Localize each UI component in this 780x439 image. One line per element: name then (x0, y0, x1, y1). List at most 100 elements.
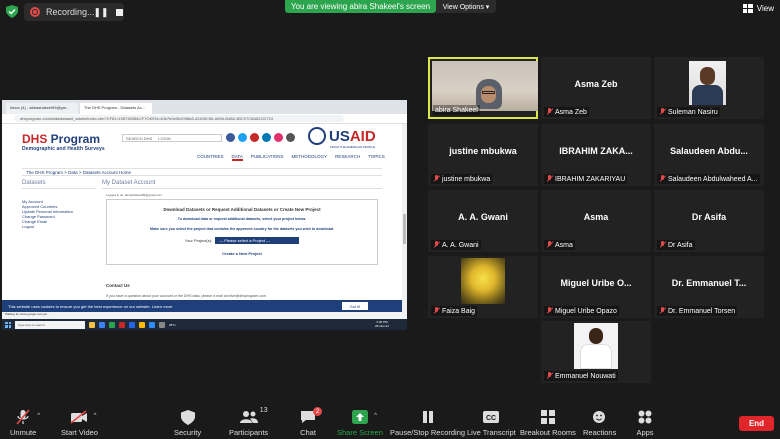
live-transcript-button[interactable]: CC Live Transcript (467, 409, 516, 439)
participant-display-name: Asma (583, 212, 609, 222)
word-icon[interactable] (129, 321, 135, 328)
pause-recording-button[interactable]: ❚❚ (92, 3, 110, 21)
nav-data[interactable]: DATA (231, 154, 243, 161)
share-screen-button[interactable]: ^ Share Screen (337, 409, 383, 439)
reactions-button[interactable]: Reactions (583, 409, 616, 439)
url-field[interactable]: dhsprogram.com/data/dataset_admin/index.… (14, 115, 344, 122)
pause-stop-recording-button[interactable]: Pause/Stop Recording (390, 409, 465, 439)
participant-tile[interactable]: Suleman Nasiru (654, 57, 764, 119)
participant-name-label: abira Shakeel (433, 105, 480, 115)
chevron-up-icon[interactable]: ^ (374, 413, 377, 419)
participant-tile[interactable]: abira Shakeel (428, 57, 538, 119)
participant-tile[interactable]: Miguel Uribe O... Miguel Uribe Opazo (541, 256, 651, 318)
breakout-rooms-icon (537, 409, 559, 425)
app-icon[interactable] (159, 321, 165, 328)
chevron-up-icon[interactable]: ^ (37, 413, 40, 419)
share-screen-icon: ^ (349, 409, 377, 425)
page-scrollbar[interactable] (402, 124, 407, 314)
project-select[interactable]: --- Please select a Project --- (215, 237, 300, 244)
scrollbar-thumb[interactable] (403, 214, 406, 244)
browser-status: Waiting for www.google.com.pk... (2, 312, 407, 319)
participant-name: justine mbukwa (442, 175, 491, 183)
breadcrumb[interactable]: The DHS Program > Data > Datasets Accoun… (22, 168, 382, 176)
linkedin-icon[interactable] (262, 133, 271, 142)
participant-name: IBRAHIM ZAKARIYAU (555, 175, 626, 183)
participant-tile[interactable]: Emmanuel Nouwati (541, 321, 651, 383)
chrome-icon[interactable] (139, 321, 145, 328)
participant-tile[interactable]: Asma Zeb Asma Zeb (541, 57, 651, 119)
excel-icon[interactable] (109, 321, 115, 328)
apps-label: Apps (636, 428, 654, 437)
zoom-icon[interactable] (149, 321, 155, 328)
facebook-icon[interactable] (226, 133, 235, 142)
security-button[interactable]: Security (174, 409, 201, 439)
form-title: Download Datasets or Request Additional … (163, 207, 321, 212)
participant-tile[interactable]: Asma Asma (541, 190, 651, 252)
powerpoint-icon[interactable] (119, 321, 125, 328)
top-bar: Recording... ❚❚ You are viewing abira Sh… (0, 0, 780, 24)
participant-tile[interactable]: Faiza Baig (428, 256, 538, 318)
logo-subtitle: Demographic and Health Surveys (22, 146, 105, 152)
twitter-icon[interactable] (238, 133, 247, 142)
participant-tile[interactable]: A. A. Gwani A. A. Gwani (428, 190, 538, 252)
participant-tile[interactable]: Dr. Emmanuel T... Dr. Emmanuel Torsen (654, 256, 764, 318)
nav-topics[interactable]: TOPICS (368, 154, 385, 161)
participant-tile[interactable]: IBRAHIM ZAKA... IBRAHIM ZAKARIYAU (541, 124, 651, 186)
panel-heading: My Dataset Account (102, 180, 382, 189)
nav-research[interactable]: RESEARCH (335, 154, 360, 161)
participant-name: Suleman Nasiru (668, 108, 718, 116)
view-button[interactable]: View (742, 4, 774, 13)
participant-name-label: Dr. Emmanuel Torsen (657, 306, 738, 316)
chevron-up-icon[interactable]: ^ (94, 413, 97, 419)
breakout-rooms-button[interactable]: Breakout Rooms (520, 409, 576, 439)
smiley-plus-icon (589, 409, 611, 425)
login-link[interactable]: LOGIN (158, 136, 170, 141)
participant-name-label: Miguel Uribe Opazo (544, 306, 619, 316)
unmute-button[interactable]: ^ Unmute (10, 409, 40, 439)
windows-start-icon[interactable] (5, 321, 11, 328)
participant-name: A. A. Gwani (442, 241, 479, 249)
participant-tile[interactable]: Dr Asifa Dr Asifa (654, 190, 764, 252)
view-options-button[interactable]: View Options ▾ (436, 0, 496, 13)
site-nav: COUNTRIES DATA PUBLICATIONS METHODOLOGY … (197, 154, 385, 161)
sidebar-link[interactable]: Logout (22, 224, 96, 229)
edge-icon[interactable] (99, 321, 105, 328)
participant-name: Miguel Uribe Opazo (555, 307, 617, 315)
participants-count: 13 (259, 407, 268, 414)
stop-recording-button[interactable] (110, 3, 128, 21)
chat-icon: 2 (297, 407, 322, 425)
mic-muted-icon (659, 175, 666, 183)
participant-name: Asma Zeb (555, 108, 587, 116)
nav-countries[interactable]: COUNTRIES (197, 154, 224, 161)
participant-tile[interactable]: Salaudeen Abdu... Salaudeen Abdulwaheed … (654, 124, 764, 186)
taskbar-search[interactable]: Type here to search (15, 320, 85, 329)
browser-tab-dhs[interactable]: The DHS Program - Datasets Ac... (80, 103, 152, 114)
apps-button[interactable]: Apps (634, 409, 656, 439)
site-search-input[interactable]: SEARCH DHS LOGIN (122, 134, 222, 142)
participant-display-name: Dr. Emmanuel T... (671, 278, 747, 288)
chat-button[interactable]: 2 Chat (297, 407, 322, 439)
pause-recording-icon (417, 409, 439, 425)
participant-name: Emmanuel Nouwati (555, 372, 616, 380)
start-video-button[interactable]: ^ Start Video (61, 409, 98, 439)
youtube-icon[interactable] (250, 133, 259, 142)
more-icon[interactable] (286, 133, 295, 142)
nav-methodology[interactable]: METHODOLOGY (292, 154, 328, 161)
got-it-button[interactable]: Got it! (342, 302, 368, 310)
create-project-link[interactable]: Create a New Project (107, 251, 377, 256)
browser-tab-gmail[interactable]: Inbox (4) - abirashakeel99@gm... (6, 103, 78, 114)
dhs-logo[interactable]: DHS Program Demographic and Health Surve… (22, 132, 105, 152)
participant-tile[interactable]: justine mbukwa justine mbukwa (428, 124, 538, 186)
file-explorer-icon[interactable] (89, 321, 95, 328)
participants-label: Participants (229, 428, 269, 437)
logged-in-text: Logged in as: abirashakeel99@gmail.com (106, 193, 162, 197)
instagram-icon[interactable] (274, 133, 283, 142)
end-meeting-button[interactable]: End (739, 416, 774, 431)
participant-avatar-flower (461, 258, 505, 304)
participants-button[interactable]: 13 Participants (229, 407, 269, 439)
shield-check-icon[interactable] (6, 5, 18, 18)
nav-publications[interactable]: PUBLICATIONS (251, 154, 284, 161)
participant-name-label: Asma (544, 240, 575, 250)
video-glasses (482, 91, 495, 94)
live-transcript-label: Live Transcript (467, 428, 516, 437)
